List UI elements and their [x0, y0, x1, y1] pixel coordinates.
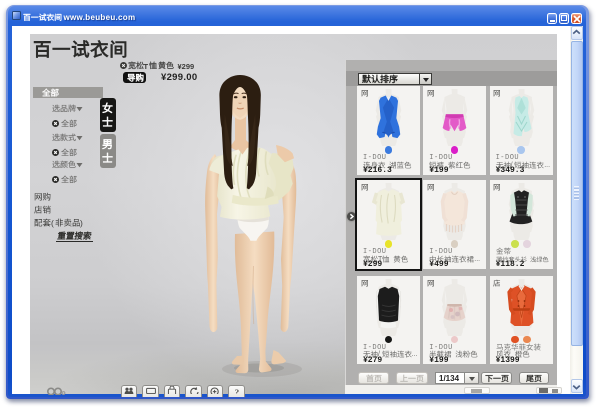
svg-text:?: ?	[234, 386, 238, 393]
